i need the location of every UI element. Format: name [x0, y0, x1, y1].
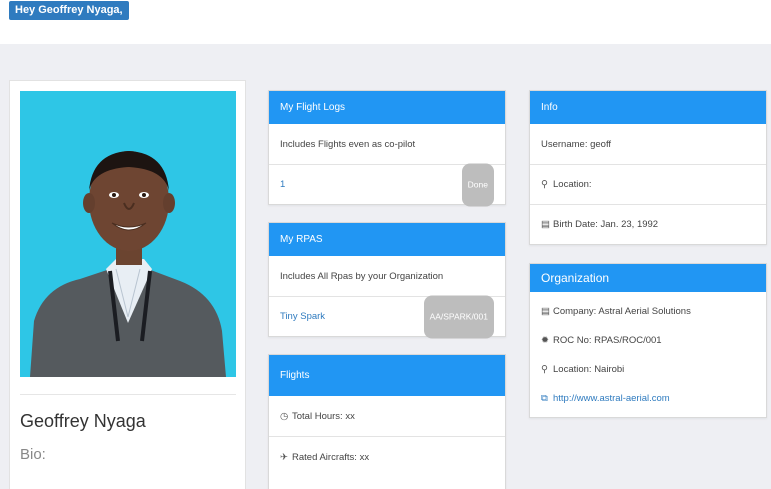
info-title: Info	[530, 91, 766, 124]
flights-total-hours-row: ◷ Total Hours: xx	[269, 396, 505, 437]
rpas-registration-badge: AA/SPARK/001	[423, 295, 494, 338]
rpas-title: My RPAS	[269, 223, 505, 256]
profile-bio-label: Bio:	[20, 446, 46, 463]
flights-rated-aircrafts: Rated Aircrafts: xx	[292, 452, 370, 463]
rpas-panel: My RPAS Includes All Rpas by your Organi…	[268, 222, 506, 338]
organization-company-row: ▤ Company: Astral Aerial Solutions	[530, 299, 766, 328]
organization-roc-row: ✹ ROC No: RPAS/ROC/001	[530, 328, 766, 357]
profile-photo	[20, 91, 236, 377]
rpas-item-row[interactable]: Tiny Spark AA/SPARK/001	[269, 295, 505, 338]
plane-icon: ✈	[280, 452, 288, 463]
flights-title: Flights	[269, 355, 505, 396]
clock-icon: ◷	[280, 411, 289, 422]
organization-location-row: ⚲ Location: Nairobi	[530, 357, 766, 386]
map-marker-icon: ⚲	[541, 364, 548, 375]
flight-logs-count[interactable]: 1	[280, 179, 285, 190]
organization-company: Company: Astral Aerial Solutions	[553, 306, 691, 317]
info-location-row: ⚲ Location:	[530, 165, 766, 205]
building-icon: ▤	[541, 306, 550, 317]
organization-body: ▤ Company: Astral Aerial Solutions ✹ ROC N…	[530, 292, 766, 415]
rpas-description-text: Includes All Rpas by your Organization	[280, 271, 444, 282]
calendar-icon: ▤	[541, 219, 550, 230]
info-birth-date-row: ▤ Birth Date: Jan. 23, 1992	[530, 205, 766, 245]
info-username-row: Username: geoff	[530, 124, 766, 165]
flight-logs-description: Includes Flights even as co-pilot	[269, 124, 505, 165]
flights-total-hours: Total Hours: xx	[292, 411, 355, 422]
organization-title: Organization	[530, 264, 766, 292]
rpas-item-link[interactable]: Tiny Spark	[280, 311, 325, 322]
info-panel: Info Username: geoff ⚲ Location: ▤ Birth D…	[529, 90, 767, 245]
profile-name: Geoffrey Nyaga	[20, 411, 146, 431]
top-bar: Hey Geoffrey Nyaga,	[0, 0, 771, 44]
certificate-icon: ✹	[541, 335, 549, 346]
profile-bio-value: - - -	[20, 481, 53, 489]
flight-logs-status-badge: Done	[461, 163, 494, 206]
flight-logs-count-row[interactable]: 1 Done	[269, 163, 505, 206]
flight-logs-panel: My Flight Logs Includes Flights even as …	[268, 90, 506, 206]
profile-card: Geoffrey Nyaga Bio: - - -	[9, 80, 246, 489]
info-username: Username: geoff	[541, 139, 612, 150]
profile-divider	[20, 394, 236, 395]
flights-panel: Flights ◷ Total Hours: xx ✈ Rated Aircraft…	[268, 354, 506, 489]
flight-logs-description-text: Includes Flights even as co-pilot	[280, 139, 416, 150]
organization-website-row[interactable]: ⧉ http://www.astral-aerial.com	[530, 386, 766, 415]
organization-roc: ROC No: RPAS/ROC/001	[553, 335, 662, 346]
organization-website-link[interactable]: http://www.astral-aerial.com	[553, 393, 670, 404]
flight-logs-title: My Flight Logs	[269, 91, 505, 124]
organization-location: Location: Nairobi	[553, 364, 625, 375]
info-location: Location:	[553, 179, 592, 190]
external-link-icon: ⧉	[541, 393, 548, 404]
greeting-badge: Hey Geoffrey Nyaga,	[9, 1, 129, 20]
flights-rated-aircrafts-row: ✈ Rated Aircrafts: xx	[269, 437, 505, 478]
organization-panel: Organization ▤ Company: Astral Aerial Sol…	[529, 263, 767, 418]
rpas-description: Includes All Rpas by your Organization	[269, 256, 505, 297]
map-marker-icon: ⚲	[541, 179, 548, 190]
info-birth-date: Birth Date: Jan. 23, 1992	[553, 219, 659, 230]
